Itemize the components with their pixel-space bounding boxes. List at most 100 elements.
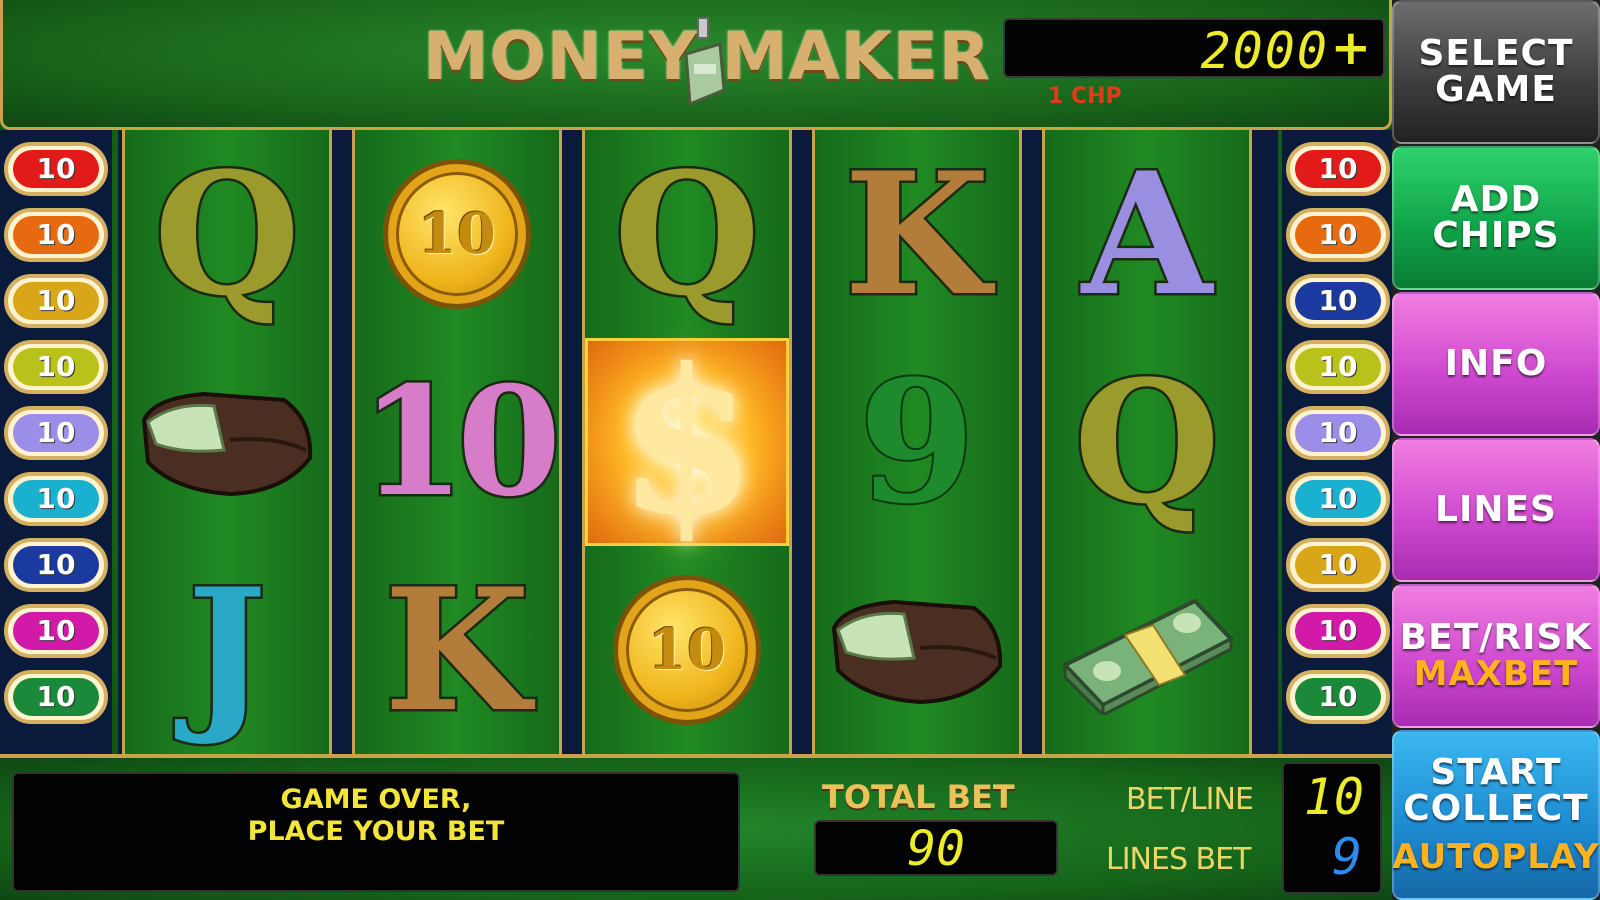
start-label: START [1430, 752, 1562, 793]
line-number-left-7[interactable]: 10 [4, 538, 108, 592]
symbol-queen: Q [151, 135, 302, 333]
reel-symbol: Q [1045, 338, 1249, 546]
dollar-scatter-icon: $ [617, 324, 757, 560]
bet-per-line-value: 10 [1303, 768, 1364, 826]
line-number-label: 10 [1295, 546, 1381, 584]
line-number-label: 10 [13, 348, 99, 386]
line-number-right-1[interactable]: 10 [1286, 142, 1390, 196]
select-game-label: GAME [1435, 69, 1557, 110]
header-panel: MONEY MAKER 2000 + 1 CHP [0, 0, 1392, 130]
lines-button[interactable]: LINES [1392, 438, 1600, 582]
info-button[interactable]: INFO [1392, 292, 1600, 436]
symbol-ace: A [1079, 135, 1214, 333]
line-number-label: 10 [1295, 216, 1381, 254]
lines-label: LINES [1435, 489, 1557, 530]
coin-10-icon: 10 [383, 159, 531, 309]
line-number-label: 10 [1295, 348, 1381, 386]
line-number-label: 10 [13, 678, 99, 716]
reel-symbol: 10 [585, 546, 789, 754]
line-number-label: 10 [1295, 612, 1381, 650]
bet-values-display: 10 9 [1282, 762, 1382, 894]
reel-symbol: $ [585, 325, 789, 560]
line-number-label: 10 [13, 414, 99, 452]
collect-label: COLLECT [1403, 788, 1589, 829]
line-number-label: 10 [13, 480, 99, 518]
line-number-label: 10 [1295, 150, 1381, 188]
reel-symbol: Q [125, 130, 329, 338]
wallet-icon [831, 599, 1003, 705]
add-chips-button[interactable]: ADD CHIPS [1392, 146, 1600, 290]
start-collect-autoplay-button[interactable]: START COLLECT AUTOPLAY [1392, 730, 1600, 900]
slot-game-screen: MONEY MAKER 2000 + 1 CHP 10 10 10 10 10 10 10 1… [0, 0, 1600, 900]
total-bet-value: 90 [814, 820, 1058, 876]
reel-symbol: 10 [355, 338, 564, 546]
reel-4: K 9 [812, 130, 1022, 754]
total-bet-label: TOTAL BET [822, 778, 1015, 816]
line-number-left-3[interactable]: 10 [4, 274, 108, 328]
bet-risk-maxbet-button[interactable]: BET/RISK MAXBET [1392, 584, 1600, 728]
side-menu: SELECT GAME ADD CHIPS INFO LINES BET/RIS… [1392, 0, 1600, 900]
credit-display: 2000 + [1003, 18, 1385, 80]
line-number-right-5[interactable]: 10 [1286, 406, 1390, 460]
add-chips-label: CHIPS [1432, 215, 1560, 256]
reel-symbol: K [815, 130, 1019, 338]
reel-symbol: J [125, 546, 329, 754]
line-number-left-9[interactable]: 10 [4, 670, 108, 724]
info-label: INFO [1444, 343, 1548, 384]
chip-denomination: 1 CHP [1048, 84, 1122, 109]
line-number-label: 10 [13, 150, 99, 188]
credit-plus-icon[interactable]: + [1331, 20, 1371, 76]
left-line-numbers: 10 10 10 10 10 10 10 10 10 [0, 130, 112, 754]
line-number-left-4[interactable]: 10 [4, 340, 108, 394]
cash-stack-icon [1061, 598, 1235, 715]
symbol-nine: 9 [857, 343, 978, 541]
reel-5: A Q [1042, 130, 1252, 754]
bottom-panel: GAME OVER, PLACE YOUR BET TOTAL BET 90 B… [0, 754, 1392, 900]
symbol-ten: 10 [358, 354, 564, 530]
line-number-label: 10 [1295, 678, 1381, 716]
reel-3: Q $ 10 [582, 130, 792, 754]
line-number-label: 10 [13, 612, 99, 650]
line-number-left-6[interactable]: 10 [4, 472, 108, 526]
select-game-label: SELECT [1418, 33, 1574, 74]
line-number-label: 10 [13, 216, 99, 254]
line-number-label: 10 [1295, 480, 1381, 518]
add-chips-label: ADD [1450, 179, 1542, 220]
maxbet-label: MAXBET [1413, 654, 1579, 694]
bet-per-line-label: BET/LINE [1126, 782, 1254, 817]
line-number-left-1[interactable]: 10 [4, 142, 108, 196]
line-number-right-3[interactable]: 10 [1286, 274, 1390, 328]
message-line-1: GAME OVER, [280, 784, 472, 815]
reel-symbol: 9 [815, 338, 1019, 546]
lines-bet-value: 9 [1331, 828, 1362, 886]
line-number-label: 10 [1295, 282, 1381, 320]
line-number-left-2[interactable]: 10 [4, 208, 108, 262]
symbol-queen: Q [611, 135, 762, 333]
select-game-button[interactable]: SELECT GAME [1392, 0, 1600, 144]
symbol-king: K [381, 551, 532, 749]
right-line-numbers: 10 10 10 10 10 10 10 10 10 [1282, 130, 1394, 754]
message-line-2: PLACE YOUR BET [247, 816, 505, 847]
line-number-right-9[interactable]: 10 [1286, 670, 1390, 724]
line-number-right-4[interactable]: 10 [1286, 340, 1390, 394]
line-number-right-2[interactable]: 10 [1286, 208, 1390, 262]
reel-symbol [1045, 546, 1249, 754]
money-bag-icon [684, 17, 726, 107]
reels-area: Q J 10 10 K Q $ 10 K 9 A Q [118, 130, 1278, 754]
line-number-right-6[interactable]: 10 [1286, 472, 1390, 526]
reel-symbol: Q [585, 130, 789, 338]
bet-risk-label: BET/RISK [1399, 617, 1593, 658]
line-number-left-5[interactable]: 10 [4, 406, 108, 460]
reel-symbol [815, 546, 1019, 754]
line-number-label: 10 [13, 546, 99, 584]
reel-symbol [125, 338, 329, 546]
reel-2: 10 10 K [352, 130, 564, 754]
autoplay-label: AUTOPLAY [1392, 837, 1600, 877]
line-number-left-8[interactable]: 10 [4, 604, 108, 658]
line-number-right-7[interactable]: 10 [1286, 538, 1390, 592]
line-number-label: 10 [1295, 414, 1381, 452]
symbol-king: K [841, 135, 992, 333]
reel-symbol: 10 [355, 130, 559, 338]
line-number-right-8[interactable]: 10 [1286, 604, 1390, 658]
wallet-icon [141, 391, 313, 497]
